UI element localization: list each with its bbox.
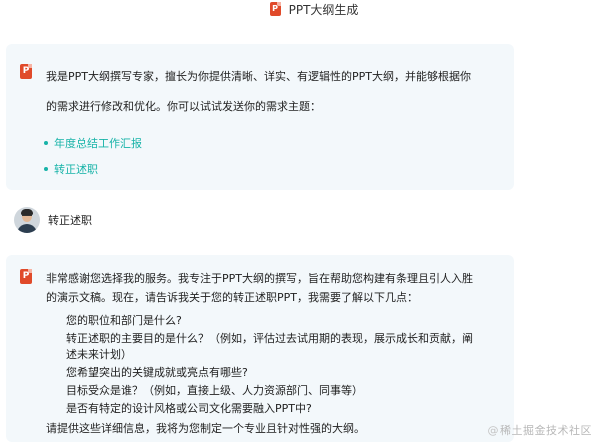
question-text: 是否有特定的设计风格或公司文化需要融入PPT中? [66,402,312,415]
watermark-text: 稀土掘金技术社区 [500,424,592,437]
ppt-bot-avatar-icon: P [20,269,32,284]
page-title: PPT大纲生成 [288,2,359,17]
reply-footer: 请提供这些详细信息，我将为您制定一个专业且针对性强的大纲。 [46,422,365,435]
question-text: 您的职位和部门是什么? [66,314,182,327]
user-message: 转正述职 [14,207,92,233]
reply-line-1: 非常感谢您选择我的服务。我专注于PPT大纲的撰写，旨在帮助您构建有条理且引人入胜 [46,272,473,285]
suggestion-label: 年度总结工作汇报 [54,137,142,150]
bot-message-reply: P 非常感谢您选择我的服务。我专注于PPT大纲的撰写，旨在帮助您构建有条理且引人… [6,255,514,442]
intro-line-2: 的需求进行修改和优化。你可以试试发送你的需求主题： [46,100,321,113]
question-list: 您的职位和部门是什么? 转正述职的主要目的是什么？（例如，评估过去试用期的表现，… [66,313,508,417]
watermark: @稀土掘金技术社区 [488,422,593,438]
question-text: 转正述职的主要目的是什么？（例如，评估过去试用期的表现，展示成长和贡献，阐 [66,332,473,345]
suggestion-item[interactable]: 年度总结工作汇报 [44,130,142,156]
reply-text: 非常感谢您选择我的服务。我专注于PPT大纲的撰写，旨在帮助您构建有条理且引人入胜… [46,269,508,438]
bullet-dot-icon [44,167,48,171]
suggestion-list: 年度总结工作汇报 转正述职 [44,130,142,182]
chat-page: P PPT大纲生成 P 我是PPT大纲撰写专家，擅长为你提供清晰、详实、有逻辑性… [0,0,598,442]
bullet-dot-icon [44,141,48,145]
bot-message-intro: P 我是PPT大纲撰写专家，擅长为你提供清晰、详实、有逻辑性的PPT大纲，并能够… [6,44,514,190]
watermark-at: @ [487,424,499,437]
intro-text: 我是PPT大纲撰写专家，擅长为你提供清晰、详实、有逻辑性的PPT大纲，并能够根据… [46,68,506,122]
question-text: 目标受众是谁？（例如，直接上级、人力资源部门、同事等） [66,384,363,397]
question-text-continued: 述未来计划） [66,348,132,361]
ppt-bot-avatar-icon: P [20,64,32,79]
question-item: 目标受众是谁？（例如，直接上级、人力资源部门、同事等） [66,383,508,399]
question-item: 您的职位和部门是什么? [66,313,508,329]
suggestion-item[interactable]: 转正述职 [44,156,142,182]
user-message-text: 转正述职 [48,214,92,227]
intro-line-1: 我是PPT大纲撰写专家，擅长为你提供清晰、详实、有逻辑性的PPT大纲，并能够根据… [46,70,471,83]
ppt-file-icon: P [269,2,281,16]
avatar [14,207,40,233]
chat-header: P PPT大纲生成 [0,0,598,18]
question-item: 您希望突出的关键成就或亮点有哪些? [66,365,508,381]
reply-line-2: 的演示文稿。现在，请告诉我关于您的转正述职PPT，我需要了解以下几点： [46,291,418,304]
header-title-group: P PPT大纲生成 [269,1,359,18]
suggestion-label: 转正述职 [54,163,98,176]
question-item: 转正述职的主要目的是什么？（例如，评估过去试用期的表现，展示成长和贡献，阐 述未… [66,331,508,363]
question-text: 您希望突出的关键成就或亮点有哪些? [66,366,248,379]
question-item: 是否有特定的设计风格或公司文化需要融入PPT中? [66,401,508,417]
